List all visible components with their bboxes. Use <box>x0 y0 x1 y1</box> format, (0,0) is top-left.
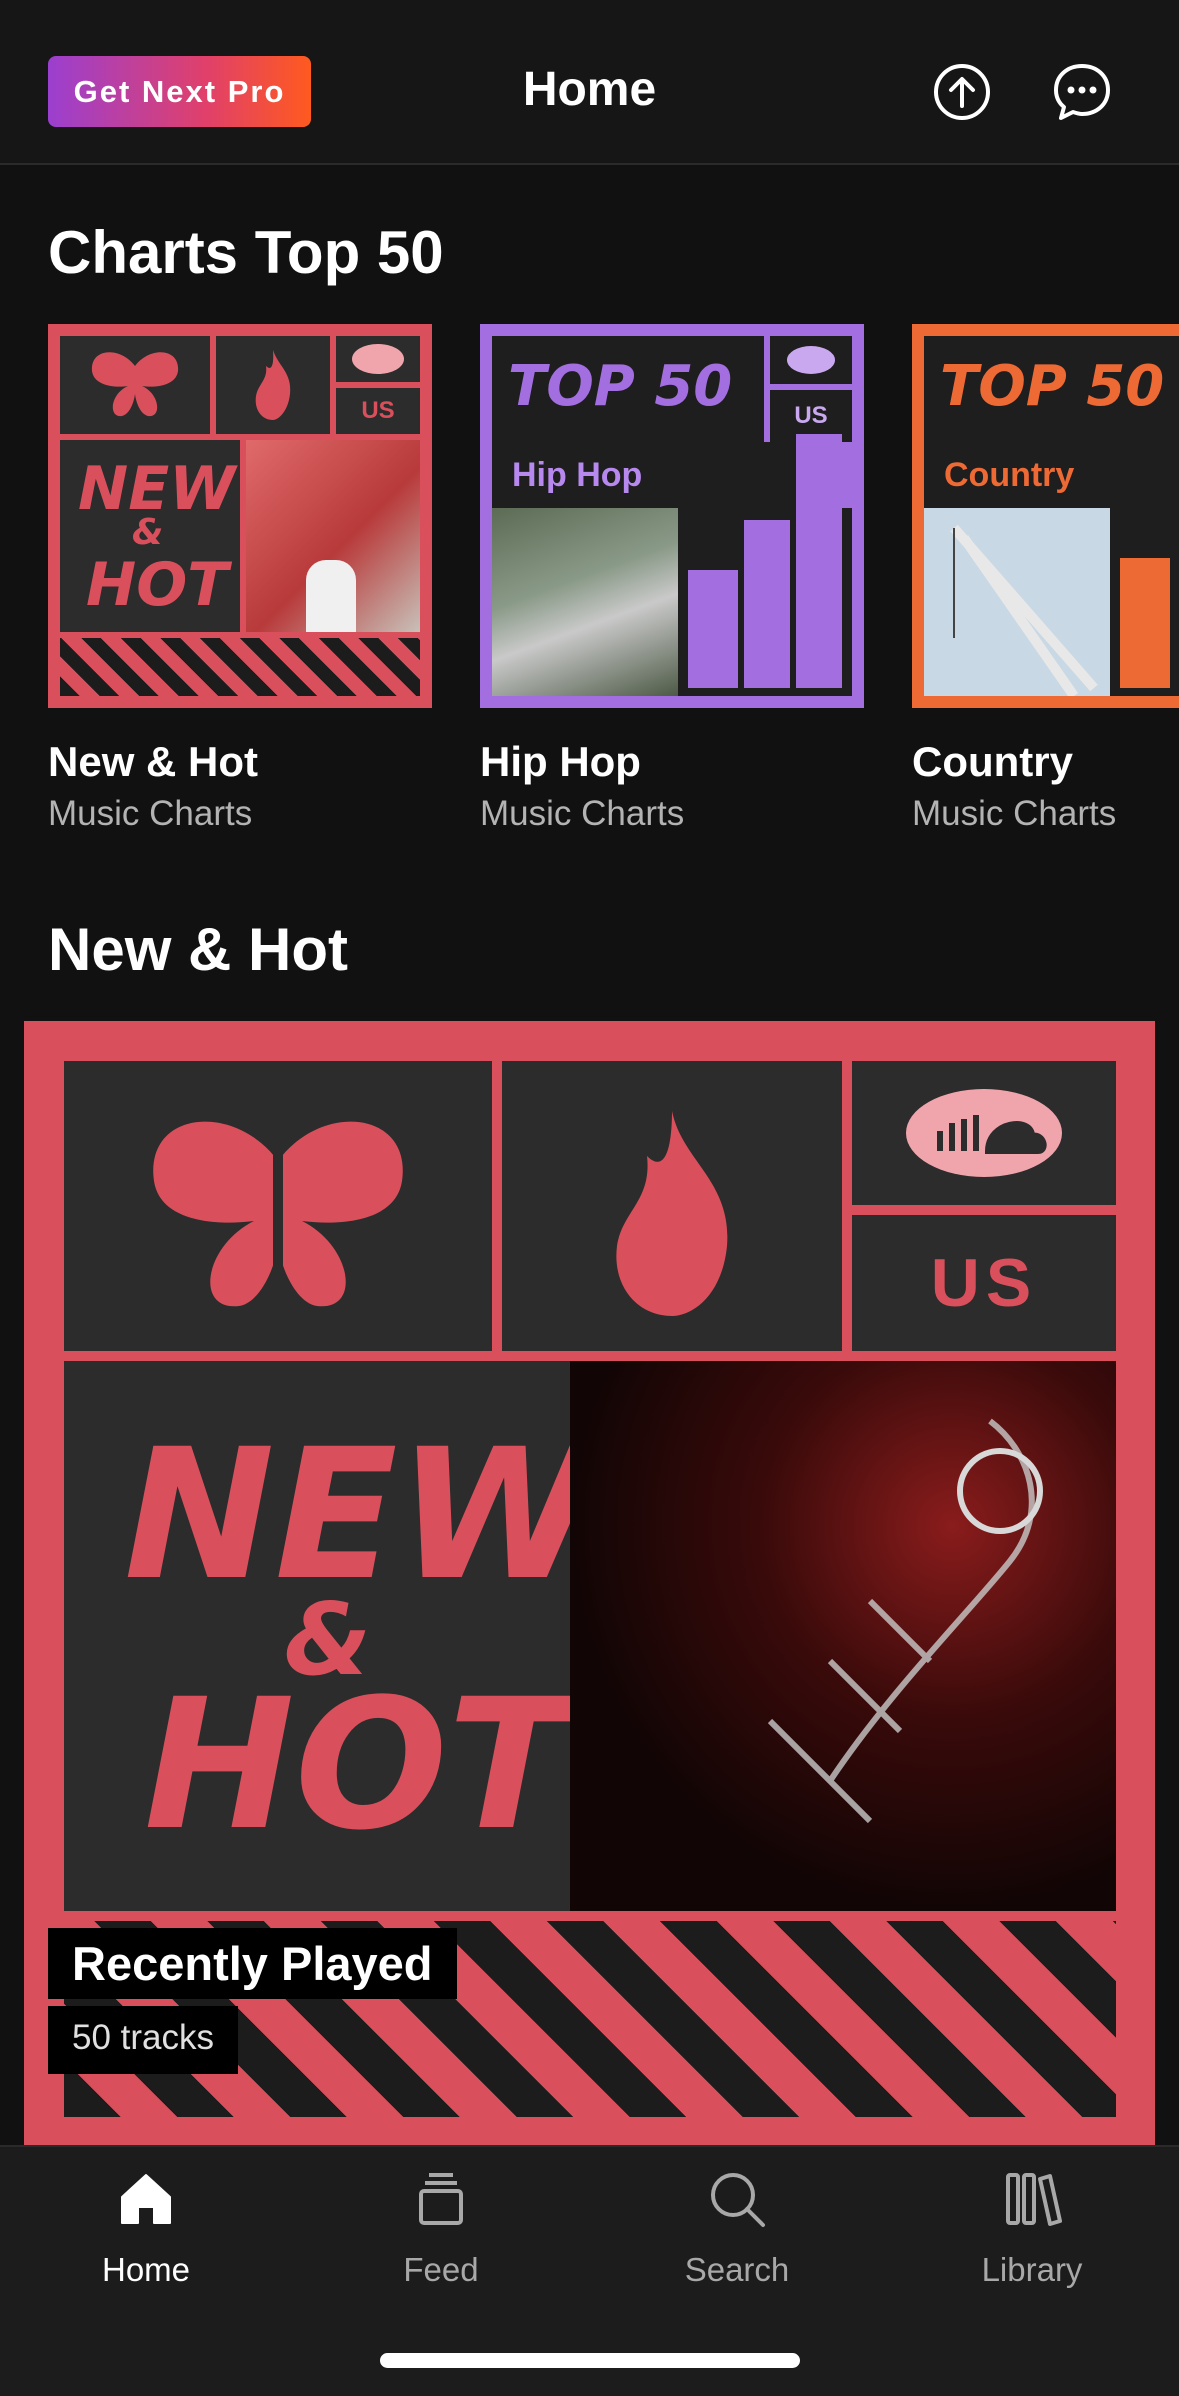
soundcloud-logo-icon <box>336 336 420 382</box>
chart-card-country[interactable]: TOP 50 Country Country Music Charts <box>912 324 1179 833</box>
search-icon <box>711 2173 765 2227</box>
country-cover: TOP 50 Country <box>912 324 1179 708</box>
checker-pattern <box>60 638 420 696</box>
butterfly-icon <box>60 336 210 434</box>
tab-feed[interactable]: Feed <box>341 2167 541 2289</box>
artist-figure <box>306 560 356 632</box>
tab-library[interactable]: Library <box>932 2167 1132 2289</box>
butterfly-icon <box>64 1061 492 1351</box>
tab-label: Search <box>684 2251 790 2288</box>
card-title: Hip Hop <box>480 738 641 785</box>
library-icon <box>1006 2173 1062 2226</box>
chart-card-new-hot[interactable]: US NEW & HOT New & Hot Music Charts <box>48 324 432 833</box>
upload-icon[interactable] <box>932 62 992 122</box>
stack-icon <box>419 2173 463 2225</box>
track-count-label: 50 tracks <box>48 2006 238 2074</box>
region-badge: US <box>852 1215 1116 1351</box>
chart-card-hip-hop[interactable]: TOP 50 US Hip Hop Hip Hop Music Charts <box>480 324 864 833</box>
top-header: Get Next Pro Home <box>0 0 1179 165</box>
card-title: Country <box>912 738 1073 785</box>
flame-icon <box>216 336 330 434</box>
region-badge: US <box>336 388 420 434</box>
tab-label: Library <box>981 2251 1083 2288</box>
genre-label: Country <box>924 442 1179 508</box>
aerial-photo <box>492 508 678 696</box>
hip-hop-cover: TOP 50 US Hip Hop <box>480 324 864 708</box>
tab-search[interactable]: Search <box>637 2167 837 2289</box>
soundcloud-logo-icon <box>852 1061 1116 1205</box>
top-50-tile: TOP 50 <box>492 336 764 442</box>
page-title: Home <box>522 63 657 116</box>
recently-played-label: Recently Played <box>48 1928 457 1999</box>
new-hot-cover: US NEW & HOT <box>48 324 432 708</box>
new-hot-section-title: New & Hot <box>48 916 348 983</box>
soundcloud-logo-icon <box>770 336 852 384</box>
card-title: New & Hot <box>48 738 258 785</box>
flame-icon <box>502 1061 842 1351</box>
charts-section-title: Charts Top 50 <box>48 219 444 286</box>
home-icon <box>121 2174 171 2224</box>
home-indicator <box>380 2353 800 2368</box>
tab-label: Home <box>101 2251 191 2288</box>
top-50-tile: TOP 50 <box>924 336 1179 442</box>
crane-photo <box>924 508 1110 699</box>
new-hot-text-tile: NEW & HOT <box>64 1361 596 1911</box>
bar-graphic <box>678 434 852 696</box>
tab-label: Feed <box>403 2251 479 2288</box>
card-subtitle: Music Charts <box>912 794 1117 833</box>
new-hot-text-tile: NEW & HOT <box>60 440 240 632</box>
genre-label: Hip Hop <box>492 442 802 508</box>
tab-home[interactable]: Home <box>46 2167 246 2289</box>
chat-bubble-icon[interactable] <box>1052 62 1112 122</box>
card-subtitle: Music Charts <box>48 794 253 833</box>
artist-photo <box>246 440 420 632</box>
bar-graphic <box>1110 508 1179 696</box>
skeleton-artwork <box>570 1361 1116 1911</box>
card-subtitle: Music Charts <box>480 794 685 833</box>
charts-carousel[interactable]: US NEW & HOT New & Hot Music Charts TOP … <box>48 324 1179 844</box>
